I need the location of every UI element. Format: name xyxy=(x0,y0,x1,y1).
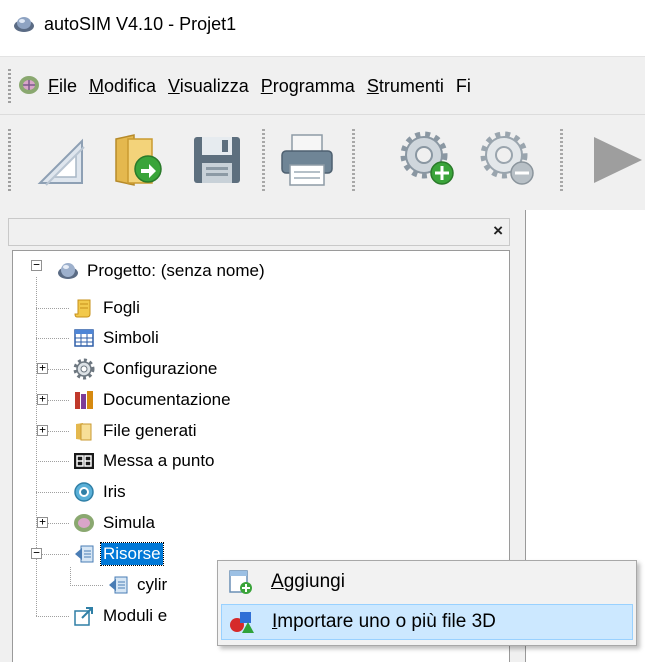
triangle-ruler-icon[interactable] xyxy=(30,129,92,191)
tree-item-label: Configurazione xyxy=(103,359,218,378)
context-menu: Aggiungi Importare uno o più file 3D xyxy=(217,560,637,646)
menu-strumenti-label: trumenti xyxy=(378,76,444,96)
resources-icon xyxy=(109,576,128,594)
aggiungi-mnemonic: A xyxy=(271,571,284,592)
tree-item-label: Messa a punto xyxy=(103,451,215,470)
menu-modifica-label: odifica xyxy=(104,76,157,96)
tree-item-fogli[interactable]: Fogli xyxy=(73,293,142,323)
folder-icon xyxy=(76,423,92,441)
toolbar-separator xyxy=(352,129,355,191)
folder-open-icon[interactable] xyxy=(108,129,170,191)
app-logo-icon xyxy=(14,17,34,32)
title-bar: autoSIM V4.10 - Projet1 xyxy=(0,0,645,56)
menu-fi-label: Fi xyxy=(455,76,471,96)
menu-visualizza-mnemonic: V xyxy=(168,76,180,96)
menu-visualizza-label: isualizza xyxy=(179,76,249,96)
tree-connector xyxy=(70,567,71,585)
toolbar-grip[interactable] xyxy=(8,129,11,191)
tree-connector xyxy=(70,585,104,586)
menu-file[interactable]: File xyxy=(44,74,85,99)
menu-item-aggiungi[interactable]: Aggiungi xyxy=(221,564,633,600)
menu-grip[interactable] xyxy=(8,69,11,103)
tree-item-label: Simboli xyxy=(103,328,159,347)
tree-item-configurazione[interactable]: Configurazione xyxy=(73,354,219,384)
tree-connector xyxy=(36,308,70,309)
external-link-icon xyxy=(74,607,93,626)
window-title: autoSIM V4.10 - Projet1 xyxy=(44,14,237,34)
importare-label: mportare uno o più file 3D xyxy=(277,611,496,632)
resources-icon xyxy=(75,545,94,563)
3d-shapes-icon xyxy=(230,612,254,633)
tree-connector xyxy=(36,338,70,339)
menu-programma-label: rogramma xyxy=(272,76,355,96)
tree-item-label: cylir xyxy=(137,575,168,594)
menu-programma[interactable]: Programma xyxy=(257,74,363,99)
expand-file-generati-icon[interactable]: + xyxy=(37,424,48,436)
tree-item-label: Documentazione xyxy=(103,390,231,409)
tree-root-node[interactable]: Progetto: (senza nome) xyxy=(57,256,267,286)
menu-file-label: ile xyxy=(59,76,78,96)
tree-item-label: Iris xyxy=(103,482,126,501)
floppy-disk-icon[interactable] xyxy=(186,129,248,191)
scroll-icon xyxy=(74,299,91,318)
gear-icon xyxy=(73,358,95,380)
tree-item-file-generati[interactable]: File generati xyxy=(73,416,199,446)
menu-strumenti[interactable]: Strumenti xyxy=(363,74,452,99)
menu-strumenti-mnemonic: S xyxy=(366,76,379,96)
menu-visualizza[interactable]: Visualizza xyxy=(164,74,257,99)
tree-connector xyxy=(36,277,37,616)
tree-item-label: Fogli xyxy=(103,298,140,317)
segment-display-icon xyxy=(74,453,94,469)
tree-item-messa-a-punto[interactable]: Messa a punto xyxy=(73,446,217,476)
tree-item-label: Simula xyxy=(103,513,155,532)
tree-connector xyxy=(36,461,70,462)
menu-bar: File Modifica Visualizza Programma Strum… xyxy=(0,56,645,114)
tree-item-moduli[interactable]: Moduli e xyxy=(73,601,169,631)
tree-item-label: File generati xyxy=(103,421,197,440)
books-icon xyxy=(75,391,93,409)
tree-item-simboli[interactable]: Simboli xyxy=(73,323,161,353)
tree-connector xyxy=(36,492,70,493)
tree-item-label: Risorse xyxy=(100,542,164,566)
expand-simula-icon[interactable]: + xyxy=(37,516,48,528)
menu-modifica[interactable]: Modifica xyxy=(85,74,164,99)
simulation-icon xyxy=(74,514,94,532)
tree-item-label: Moduli e xyxy=(103,606,168,625)
tree-root-label: Progetto: (senza nome) xyxy=(87,261,265,280)
iris-icon xyxy=(74,482,94,502)
printer-icon[interactable] xyxy=(276,129,338,191)
tree-connector xyxy=(36,616,70,617)
tree-item-iris[interactable]: Iris xyxy=(73,477,128,507)
gear-add-icon[interactable] xyxy=(398,129,460,191)
table-grid-icon xyxy=(74,329,94,347)
collapse-root-icon[interactable]: − xyxy=(31,259,42,271)
globe-icon xyxy=(58,263,78,279)
collapse-risorse-icon[interactable]: − xyxy=(31,547,42,559)
aggiungi-label: ggiungi xyxy=(283,571,345,592)
menu-modifica-mnemonic: M xyxy=(89,76,105,96)
tree-connector xyxy=(42,554,70,555)
add-file-icon xyxy=(229,570,252,594)
expand-configurazione-icon[interactable]: + xyxy=(37,362,48,374)
gear-remove-icon[interactable] xyxy=(478,129,540,191)
play-icon[interactable] xyxy=(584,129,645,191)
tree-item-documentazione[interactable]: Documentazione xyxy=(73,385,233,415)
close-icon[interactable]: × xyxy=(493,221,503,241)
expand-documentazione-icon[interactable]: + xyxy=(37,393,48,405)
panel-header: × xyxy=(8,218,510,246)
tree-item-risorse[interactable]: Risorse xyxy=(73,539,164,569)
menu-programma-mnemonic: P xyxy=(260,76,273,96)
toolbar xyxy=(0,114,645,210)
menu-fi-truncated[interactable]: Fi xyxy=(452,74,479,99)
toolbar-separator xyxy=(560,129,563,191)
tree-item-cylinder[interactable]: cylir xyxy=(107,570,169,600)
tree-item-simula[interactable]: Simula xyxy=(73,508,157,538)
menu-file-mnemonic: F xyxy=(48,76,59,96)
toolbar-separator xyxy=(262,129,265,191)
menu-item-importare-3d[interactable]: Importare uno o più file 3D xyxy=(221,604,633,640)
simulation-menu-icon[interactable] xyxy=(18,75,40,95)
